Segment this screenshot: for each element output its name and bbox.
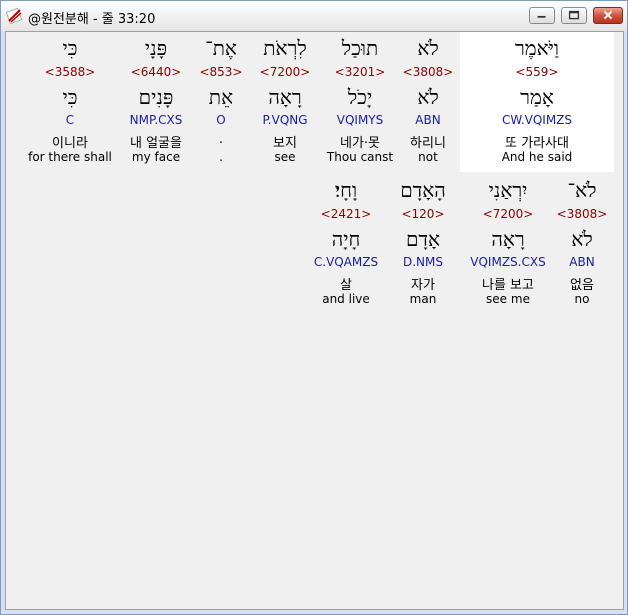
- english-gloss: see: [274, 150, 296, 164]
- app-icon: [6, 7, 23, 25]
- english-gloss: for there shall: [28, 150, 112, 164]
- word-see-me[interactable]: יִרְאַנִי <7200> רָאָה VQIMZS.CXS 나를 보고 …: [464, 174, 552, 314]
- strong-number[interactable]: <853>: [196, 65, 246, 79]
- word-object-marker[interactable]: אֶת־ <853> אֵת O . .: [196, 32, 246, 172]
- korean-gloss: 없음: [570, 278, 594, 293]
- word-see[interactable]: לִרְאֹת <7200> רָאָה P.VQNG 보지 see: [252, 32, 318, 172]
- hebrew-lemma: יָכֹל: [347, 85, 373, 109]
- hebrew-lemma: רָאָה: [268, 85, 302, 109]
- word-and-live[interactable]: וָחָי׃ <2421> חָיָה C.VQAMZS 살 and live: [310, 174, 382, 314]
- word-my-face[interactable]: פָּנָי <6440> פָּנִים NMP.CXS 내 얼굴을 my f…: [116, 32, 196, 172]
- english-gloss: see me: [486, 292, 530, 306]
- minimize-button[interactable]: [529, 7, 555, 24]
- english-gloss: and live: [322, 292, 370, 306]
- korean-gloss: 살: [340, 278, 352, 293]
- maximize-button[interactable]: [561, 7, 587, 24]
- korean-gloss: 하리니: [410, 136, 446, 151]
- hebrew-surface: וַיֹּאמֶר: [514, 36, 560, 60]
- close-button[interactable]: [593, 7, 623, 24]
- korean-gloss: 보지: [273, 136, 297, 151]
- word-thou-canst[interactable]: תוּכַל <3201> יָכֹל VQIMYS 네가·못 Thou can…: [324, 32, 396, 172]
- korean-gloss: 네가·못: [339, 136, 380, 151]
- parsing-code: VQIMZS.CXS: [470, 255, 546, 269]
- parsing-code: CW.VQIMZS: [501, 113, 573, 127]
- hebrew-lemma: אָמַר: [520, 85, 554, 109]
- maximize-icon: [568, 10, 580, 20]
- strong-number[interactable]: <3588>: [26, 65, 114, 79]
- english-gloss: Thou canst: [326, 150, 394, 164]
- hebrew-surface: כִּי: [62, 36, 78, 60]
- strong-number[interactable]: <6440>: [116, 65, 196, 79]
- korean-gloss: 내 얼굴을: [130, 136, 182, 151]
- word-no[interactable]: לֹא־ <3808> לֹא ABN 없음 no: [554, 174, 610, 314]
- korean-gloss: .: [218, 132, 224, 147]
- parsing-code: P.VQNG: [262, 113, 308, 127]
- korean-gloss: 자가: [411, 278, 435, 293]
- minimize-icon: [537, 15, 546, 18]
- english-gloss: And he said: [501, 150, 573, 164]
- parsing-code: O: [216, 113, 226, 127]
- hebrew-surface: פָּנָי: [144, 36, 168, 60]
- parsing-code: ABN: [415, 113, 441, 127]
- parsing-code: NMP.CXS: [129, 113, 183, 127]
- hebrew-lemma: לֹא: [417, 85, 439, 109]
- hebrew-surface: אֶת־: [205, 36, 237, 60]
- word-not[interactable]: לֹא <3808> לֹא ABN 하리니 not: [398, 32, 458, 172]
- word-for-there-shall[interactable]: כִּי <3588> כִּי C 이니라 for there shall: [26, 32, 114, 172]
- hebrew-surface: וָחָי׃: [334, 178, 358, 202]
- parsing-code: C.VQAMZS: [313, 255, 379, 269]
- english-gloss: man: [409, 292, 437, 306]
- hebrew-surface: יִרְאַנִי: [488, 178, 528, 202]
- window: @원전분해 - 줄 33:20 וַיֹּאמֶר <559> אָמַר CW…: [0, 0, 628, 615]
- english-gloss: not: [418, 150, 438, 164]
- hebrew-surface: לֹא־: [567, 178, 597, 202]
- strong-number[interactable]: <3808>: [398, 65, 458, 79]
- hebrew-surface: הָאָדָם: [400, 178, 446, 202]
- strong-number[interactable]: <2421>: [310, 207, 382, 221]
- word-man[interactable]: הָאָדָם <120> אָדָם D.NMS 자가 man: [392, 174, 454, 314]
- korean-gloss: 나를 보고: [482, 278, 534, 293]
- title-bar[interactable]: @원전분해 - 줄 33:20: [1, 1, 627, 31]
- parsing-code: VQIMYS: [336, 113, 384, 127]
- hebrew-lemma: פָּנִים: [138, 85, 174, 109]
- strong-number[interactable]: <7200>: [252, 65, 318, 79]
- english-gloss: my face: [131, 150, 181, 164]
- hebrew-lemma: אֵת: [208, 85, 234, 109]
- hebrew-lemma: כִּי: [62, 85, 78, 109]
- english-gloss: .: [219, 150, 223, 164]
- korean-gloss: 이니라: [52, 136, 88, 151]
- parsing-code: D.NMS: [402, 255, 443, 269]
- hebrew-lemma: רָאָה: [491, 227, 525, 251]
- word-and-he-said[interactable]: וַיֹּאמֶר <559> אָמַר CW.VQIMZS 또 가라사대 A…: [460, 32, 614, 172]
- strong-number[interactable]: <559>: [460, 65, 614, 79]
- hebrew-surface: תוּכַל: [341, 36, 379, 60]
- close-icon: [603, 10, 613, 20]
- korean-gloss: 또 가라사대: [505, 136, 569, 151]
- strong-number[interactable]: <3808>: [554, 207, 610, 221]
- interlinear-panel: וַיֹּאמֶר <559> אָמַר CW.VQIMZS 또 가라사대 A…: [5, 31, 624, 610]
- parsing-code: C: [65, 113, 75, 127]
- strong-number[interactable]: <7200>: [464, 207, 552, 221]
- window-title: @원전분해 - 줄 33:20: [28, 12, 156, 27]
- hebrew-lemma: חָיָה: [331, 227, 361, 251]
- english-gloss: no: [574, 292, 590, 306]
- hebrew-lemma: לֹא: [571, 227, 593, 251]
- strong-number[interactable]: <3201>: [324, 65, 396, 79]
- hebrew-surface: לֹא: [417, 36, 439, 60]
- hebrew-surface: לִרְאֹת: [263, 36, 307, 60]
- parsing-code: ABN: [569, 255, 595, 269]
- hebrew-lemma: אָדָם: [405, 227, 441, 251]
- strong-number[interactable]: <120>: [392, 207, 454, 221]
